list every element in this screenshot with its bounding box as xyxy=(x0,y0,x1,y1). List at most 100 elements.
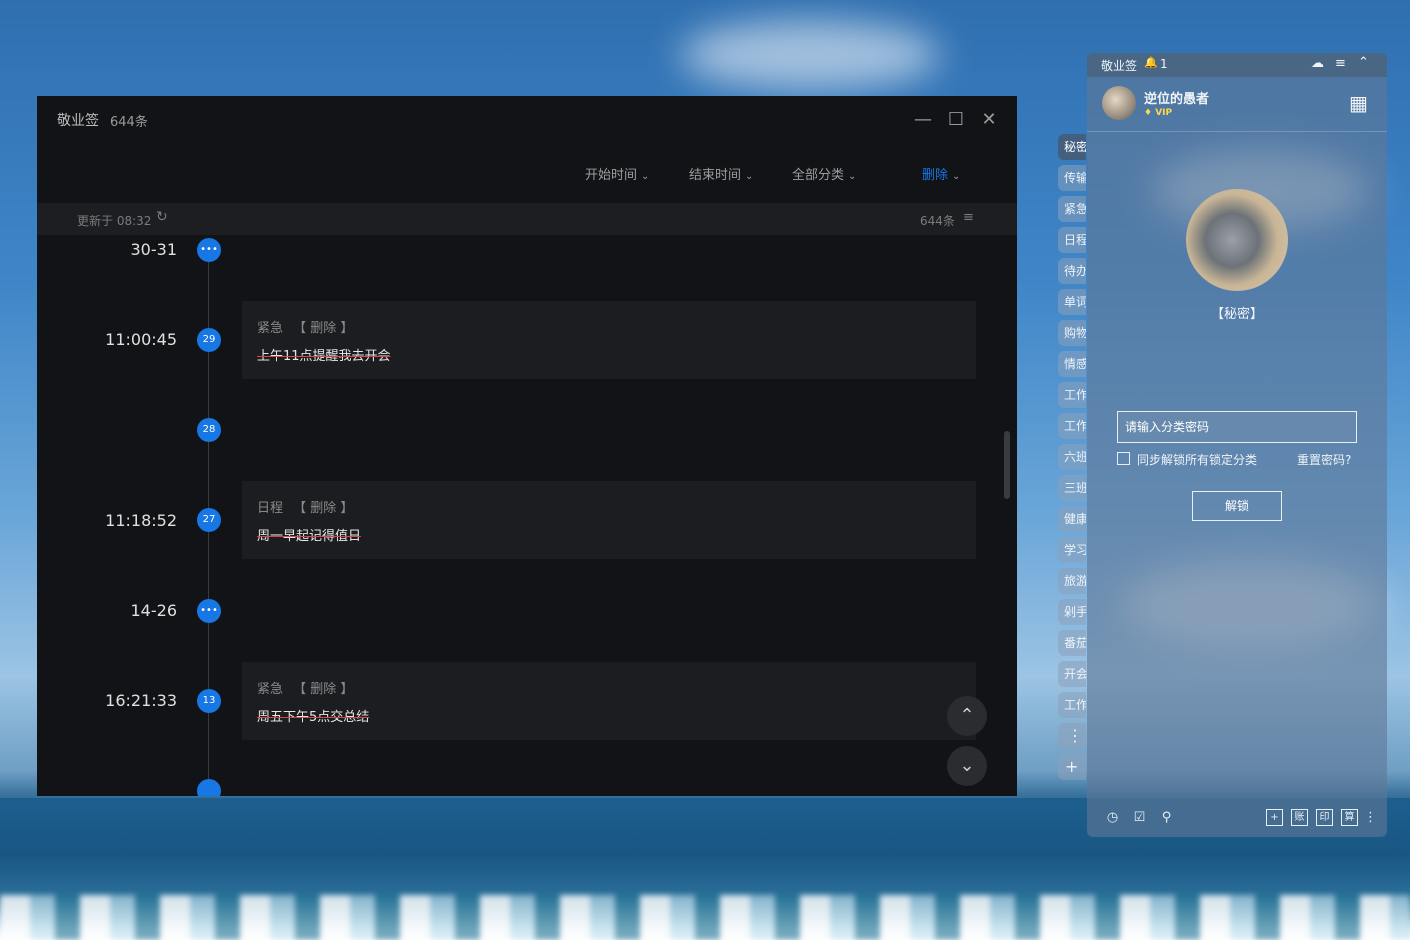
tab-work-2[interactable]: 工作 xyxy=(1058,413,1086,439)
tab-class-3[interactable]: 三班 xyxy=(1058,475,1086,501)
memo-text: 周一早起记得值日 xyxy=(257,529,362,544)
timeline-time: 11:00:45 xyxy=(105,330,177,349)
delete-filter[interactable]: 删除 ⌄ xyxy=(922,164,960,184)
memo-tag: 紧急 xyxy=(257,321,284,336)
scroll-up-button[interactable]: ⌃ xyxy=(947,696,987,736)
timeline-time: 11:18:52 xyxy=(105,511,177,530)
vip-label: VIP xyxy=(1155,108,1173,118)
sync-unlock-checkbox[interactable] xyxy=(1117,452,1130,465)
panel-app-name: 敬业签 xyxy=(1101,59,1138,73)
category-avatar xyxy=(1186,189,1288,291)
memo-delete-link[interactable]: 【 删除 】 xyxy=(293,321,353,336)
tab-work-3[interactable]: 工作 xyxy=(1058,692,1086,718)
expand-dots-button[interactable]: ••• xyxy=(197,238,221,262)
cloud-sync-icon[interactable]: ☁ xyxy=(1311,56,1324,71)
calculate-button[interactable]: 算 xyxy=(1341,809,1358,826)
scrollbar[interactable] xyxy=(1004,431,1010,499)
collapse-icon[interactable]: ⌃ xyxy=(1358,55,1369,70)
memo-card[interactable]: 紧急 【 删除 】 上午11点提醒我去开会 xyxy=(242,301,976,379)
tab-meeting[interactable]: 开会 xyxy=(1058,661,1086,687)
tab-schedule[interactable]: 日程 xyxy=(1058,227,1086,253)
memo-text: 上午11点提醒我去开会 xyxy=(257,349,391,364)
category-title: 【秘密】 xyxy=(1210,307,1263,322)
timeline-badge[interactable]: 28 xyxy=(197,418,221,442)
notification-count: 1 xyxy=(1160,57,1168,71)
account-button[interactable]: 账 xyxy=(1291,809,1308,826)
sync-unlock-label: 同步解锁所有锁定分类 xyxy=(1137,453,1258,467)
add-note-button[interactable]: + xyxy=(1266,809,1283,826)
list-menu-icon[interactable]: ≡ xyxy=(963,210,974,225)
status-bar: 更新于 08:32 ↻ 644条 ≡ xyxy=(37,203,1017,235)
clock-icon[interactable]: ◷ xyxy=(1104,809,1121,826)
memo-meta: 紧急 【 删除 】 xyxy=(257,678,353,697)
end-time-filter[interactable]: 结束时间 ⌄ xyxy=(689,164,753,184)
memo-tag: 紧急 xyxy=(257,682,284,697)
expand-dots-button[interactable]: ••• xyxy=(197,599,221,623)
timeline-badge[interactable]: 27 xyxy=(197,508,221,532)
close-button[interactable]: ✕ xyxy=(977,108,1001,132)
title-bar: 敬业签 644条 — ☐ ✕ xyxy=(37,96,1017,144)
memo-card[interactable]: 日程 【 删除 】 周一早起记得值日 xyxy=(242,481,976,559)
refresh-icon[interactable]: ↻ xyxy=(156,209,168,225)
tab-secret[interactable]: 秘密 xyxy=(1058,134,1086,160)
tab-travel[interactable]: 旅游 xyxy=(1058,568,1086,594)
tab-emotion[interactable]: 情感 xyxy=(1058,351,1086,377)
add-tab-button[interactable]: + xyxy=(1058,754,1086,780)
memo-delete-link[interactable]: 【 删除 】 xyxy=(293,682,353,697)
window-title: 敬业签 xyxy=(57,113,99,129)
start-time-filter[interactable]: 开始时间 ⌄ xyxy=(585,164,649,184)
category-password-input[interactable]: 请输入分类密码 xyxy=(1117,411,1357,443)
menu-icon[interactable]: ≡ xyxy=(1335,56,1346,71)
timeline-time: 30-31 xyxy=(130,240,178,259)
timeline-badge[interactable]: 29 xyxy=(197,328,221,352)
side-panel: 敬业签 🔔 1 ☁ ≡ ⌃ 逆位的愚者 ♦ VIP ▦ 【秘密】 请输入分类密码… xyxy=(1087,53,1387,837)
bell-icon[interactable]: 🔔 xyxy=(1144,56,1158,69)
category-label: 全部分类 xyxy=(792,168,845,183)
tab-shopping[interactable]: 购物 xyxy=(1058,320,1086,346)
divider xyxy=(1087,131,1387,132)
memo-meta: 日程 【 删除 】 xyxy=(257,497,353,516)
end-time-label: 结束时间 xyxy=(689,168,742,183)
minimize-button[interactable]: — xyxy=(911,108,935,132)
update-time: 更新于 08:32 xyxy=(77,214,152,228)
cloud xyxy=(680,20,940,90)
more-tabs-button[interactable]: ⋮ xyxy=(1058,723,1086,749)
panel-footer: ◷ ☑ ⚲ + 账 印 算 ⋮ xyxy=(1087,803,1387,837)
unlock-button[interactable]: 解锁 xyxy=(1192,491,1282,521)
tab-tomato[interactable]: 番茄 xyxy=(1058,630,1086,656)
main-window: 敬业签 644条 — ☐ ✕ 开始时间 ⌄ 结束时间 ⌄ 全部分类 ⌄ 删除 ⌄ 更新于… xyxy=(37,96,1017,796)
memo-text: 周五下午5点交总结 xyxy=(257,710,370,725)
timeline-time: 14-26 xyxy=(130,601,178,620)
more-icon[interactable]: ⋮ xyxy=(1362,809,1379,826)
tab-transfer[interactable]: 传输 xyxy=(1058,165,1086,191)
category-filter[interactable]: 全部分类 ⌄ xyxy=(792,164,856,184)
reset-password-link[interactable]: 重置密码? xyxy=(1297,451,1351,468)
timeline-time: 16:21:33 xyxy=(105,691,177,710)
timeline-badge[interactable] xyxy=(197,779,221,796)
maximize-button[interactable]: ☐ xyxy=(944,108,968,132)
tab-work[interactable]: 工作 xyxy=(1058,382,1086,408)
total-count: 644条 xyxy=(920,214,955,228)
record-count: 644条 xyxy=(110,115,148,130)
memo-tag: 日程 xyxy=(257,501,284,516)
tab-class-6[interactable]: 六班 xyxy=(1058,444,1086,470)
chevron-down-icon: ⌄ xyxy=(745,171,754,182)
memo-card[interactable]: 紧急 【 删除 】 周五下午5点交总结 xyxy=(242,662,976,740)
wave-foam xyxy=(0,895,1410,940)
calendar-icon[interactable]: ▦ xyxy=(1349,91,1368,115)
chevron-down-icon: ⌄ xyxy=(952,171,961,182)
print-button[interactable]: 印 xyxy=(1316,809,1333,826)
avatar[interactable] xyxy=(1102,86,1136,120)
search-icon[interactable]: ⚲ xyxy=(1158,809,1175,826)
tab-shopping-spree[interactable]: 剁手 xyxy=(1058,599,1086,625)
timeline-badge[interactable]: 13 xyxy=(197,689,221,713)
tab-words[interactable]: 单词 xyxy=(1058,289,1086,315)
chevron-down-icon: ⌄ xyxy=(848,171,857,182)
scroll-down-button[interactable]: ⌄ xyxy=(947,746,987,786)
checklist-icon[interactable]: ☑ xyxy=(1131,809,1148,826)
tab-study[interactable]: 学习 xyxy=(1058,537,1086,563)
tab-health[interactable]: 健康 xyxy=(1058,506,1086,532)
memo-delete-link[interactable]: 【 删除 】 xyxy=(293,501,353,516)
tab-urgent[interactable]: 紧急 xyxy=(1058,196,1086,222)
tab-todo[interactable]: 待办 xyxy=(1058,258,1086,284)
